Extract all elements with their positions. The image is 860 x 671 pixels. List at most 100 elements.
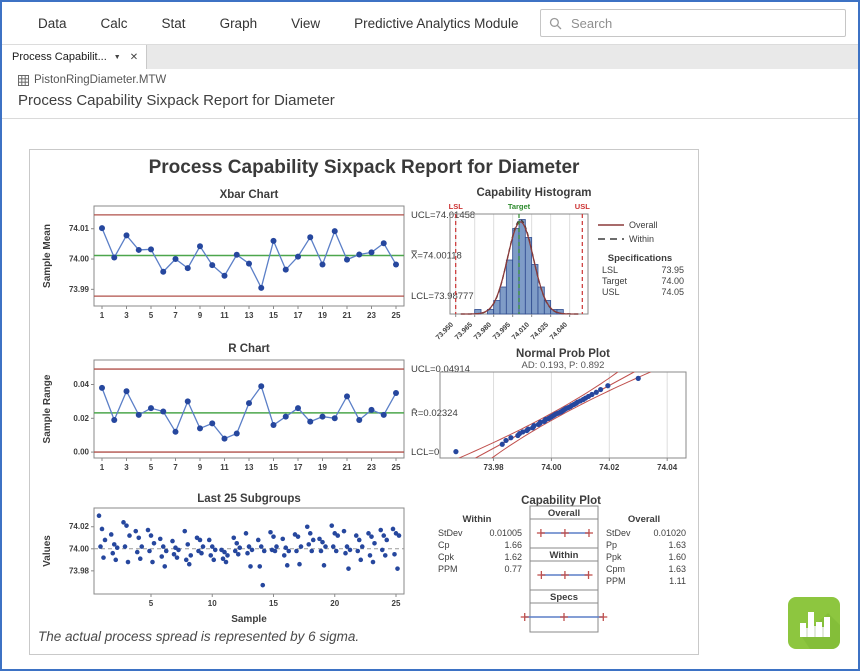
svg-text:Target: Target xyxy=(508,202,531,211)
worksheet-grid-icon xyxy=(18,75,29,86)
svg-text:21: 21 xyxy=(343,311,352,320)
svg-text:1.66: 1.66 xyxy=(504,540,522,550)
search-input[interactable] xyxy=(569,15,837,32)
worksheet-name: PistonRingDiameter.MTW xyxy=(34,74,166,86)
svg-text:1.63: 1.63 xyxy=(668,564,686,574)
minitab-logo-icon[interactable] xyxy=(788,597,840,649)
normal-prob-plot[interactable]: 73.98 74.00 74.02 74.04 Normal Prob PlotAD: … xyxy=(430,346,692,490)
svg-text:Sample Mean: Sample Mean xyxy=(42,224,53,288)
svg-text:0.77: 0.77 xyxy=(504,564,522,574)
capability-histogram[interactable]: LSLTargetUSL73.95073.96573.98073.99574.0… xyxy=(430,184,692,344)
output-title: Process Capability Sixpack Report for Di… xyxy=(18,92,335,109)
svg-text:74.05: 74.05 xyxy=(661,287,684,297)
menu-item-calc[interactable]: Calc xyxy=(101,16,128,31)
svg-text:74.040: 74.040 xyxy=(549,321,569,341)
last-25-subgroups-chart[interactable]: 73.9874.0074.02510152025Last 25 Subgroup… xyxy=(36,490,482,630)
svg-text:Values: Values xyxy=(42,535,53,567)
svg-text:73.980: 73.980 xyxy=(473,321,493,341)
svg-text:Overall: Overall xyxy=(628,514,660,525)
tab-dropdown-icon[interactable]: ▼ xyxy=(114,54,121,61)
svg-text:7: 7 xyxy=(173,311,178,320)
svg-text:1.63: 1.63 xyxy=(668,540,686,550)
svg-text:0.02: 0.02 xyxy=(73,414,89,423)
svg-text:15: 15 xyxy=(269,463,278,472)
menu-item-graph[interactable]: Graph xyxy=(220,16,258,31)
menu-item-view[interactable]: View xyxy=(291,16,320,31)
svg-text:7: 7 xyxy=(173,463,178,472)
svg-text:AD: 0.193, P: 0.892: AD: 0.193, P: 0.892 xyxy=(522,360,605,371)
svg-text:Specs: Specs xyxy=(550,592,578,603)
svg-text:Last 25 Subgroups: Last 25 Subgroups xyxy=(197,493,301,505)
xbar-chart[interactable]: 73.9974.0074.01135791113151719212325Xbar… xyxy=(36,184,482,338)
svg-text:PPM: PPM xyxy=(606,576,626,586)
svg-text:73.995: 73.995 xyxy=(492,321,512,341)
svg-text:74.02: 74.02 xyxy=(599,463,620,472)
report-title: Process Capability Sixpack Report for Di… xyxy=(30,157,698,179)
svg-text:PPM: PPM xyxy=(438,564,458,574)
svg-text:74.00: 74.00 xyxy=(661,276,684,286)
svg-text:5: 5 xyxy=(149,463,154,472)
svg-text:1.11: 1.11 xyxy=(669,576,686,586)
svg-text:21: 21 xyxy=(343,463,352,472)
svg-text:74.00: 74.00 xyxy=(69,255,90,264)
tab-close-icon[interactable]: ✕ xyxy=(130,52,138,63)
svg-text:20: 20 xyxy=(330,599,339,608)
capability-plot[interactable]: Capability PlotOverallWithinSpecsWithinS… xyxy=(430,492,692,642)
svg-text:74.04: 74.04 xyxy=(657,463,678,472)
svg-text:0.04: 0.04 xyxy=(73,380,89,389)
svg-text:StDev: StDev xyxy=(438,528,463,538)
menu-item-data[interactable]: Data xyxy=(38,16,67,31)
svg-text:1.60: 1.60 xyxy=(668,552,686,562)
svg-text:17: 17 xyxy=(294,311,303,320)
svg-text:USL: USL xyxy=(602,287,620,297)
tab-label: Process Capabilit... xyxy=(12,51,107,63)
svg-text:Target: Target xyxy=(602,276,628,286)
svg-text:1: 1 xyxy=(100,311,105,320)
svg-text:Within: Within xyxy=(629,234,654,244)
svg-text:23: 23 xyxy=(367,311,376,320)
svg-text:Within: Within xyxy=(463,514,492,525)
svg-text:Overall: Overall xyxy=(548,508,580,519)
search-box[interactable] xyxy=(540,9,846,37)
svg-text:LSL: LSL xyxy=(449,202,464,211)
menu-item-predictive-analytics-module[interactable]: Predictive Analytics Module xyxy=(354,16,518,31)
svg-text:73.99: 73.99 xyxy=(69,285,90,294)
svg-text:Ppk: Ppk xyxy=(606,552,622,562)
svg-text:USL: USL xyxy=(575,202,590,211)
svg-text:73.95: 73.95 xyxy=(661,265,684,275)
worksheet-link[interactable]: PistonRingDiameter.MTW xyxy=(18,74,166,86)
svg-text:Normal Prob Plot: Normal Prob Plot xyxy=(516,348,610,360)
report-footnote: The actual process spread is represented… xyxy=(38,629,359,644)
svg-text:74.010: 74.010 xyxy=(511,321,531,341)
svg-text:5: 5 xyxy=(149,311,154,320)
svg-text:Capability Histogram: Capability Histogram xyxy=(476,187,591,199)
svg-text:5: 5 xyxy=(149,599,154,608)
svg-text:74.01: 74.01 xyxy=(69,224,90,233)
svg-text:74.025: 74.025 xyxy=(530,321,550,341)
svg-text:9: 9 xyxy=(198,463,203,472)
menu-bar: Data Calc Stat Graph View Predictive Ana… xyxy=(2,2,858,45)
menu-item-stat[interactable]: Stat xyxy=(162,16,186,31)
svg-text:10: 10 xyxy=(208,599,217,608)
svg-text:15: 15 xyxy=(269,599,278,608)
svg-text:74.00: 74.00 xyxy=(541,463,562,472)
svg-text:11: 11 xyxy=(220,463,229,472)
svg-text:R Chart: R Chart xyxy=(228,343,270,355)
svg-text:0.00: 0.00 xyxy=(73,448,89,457)
svg-text:73.950: 73.950 xyxy=(435,321,455,341)
svg-text:73.98: 73.98 xyxy=(484,463,505,472)
svg-text:1: 1 xyxy=(100,463,105,472)
report-panel: Process Capability Sixpack Report for Di… xyxy=(29,149,699,655)
svg-text:Sample Range: Sample Range xyxy=(42,374,53,443)
svg-text:Capability Plot: Capability Plot xyxy=(521,495,601,507)
tab-process-capability[interactable]: Process Capabilit... ▼ ✕ xyxy=(2,45,147,69)
r-chart[interactable]: 0.000.020.04135791113151719212325R Chart… xyxy=(36,340,482,490)
svg-text:Cpk: Cpk xyxy=(438,552,455,562)
app-window: Data Calc Stat Graph View Predictive Ana… xyxy=(0,0,860,671)
bar-chart-glyph xyxy=(788,597,840,649)
svg-text:3: 3 xyxy=(124,463,129,472)
svg-text:Cpm: Cpm xyxy=(606,564,625,574)
svg-text:9: 9 xyxy=(198,311,203,320)
svg-text:13: 13 xyxy=(245,463,254,472)
tab-strip: Process Capabilit... ▼ ✕ xyxy=(2,45,858,69)
